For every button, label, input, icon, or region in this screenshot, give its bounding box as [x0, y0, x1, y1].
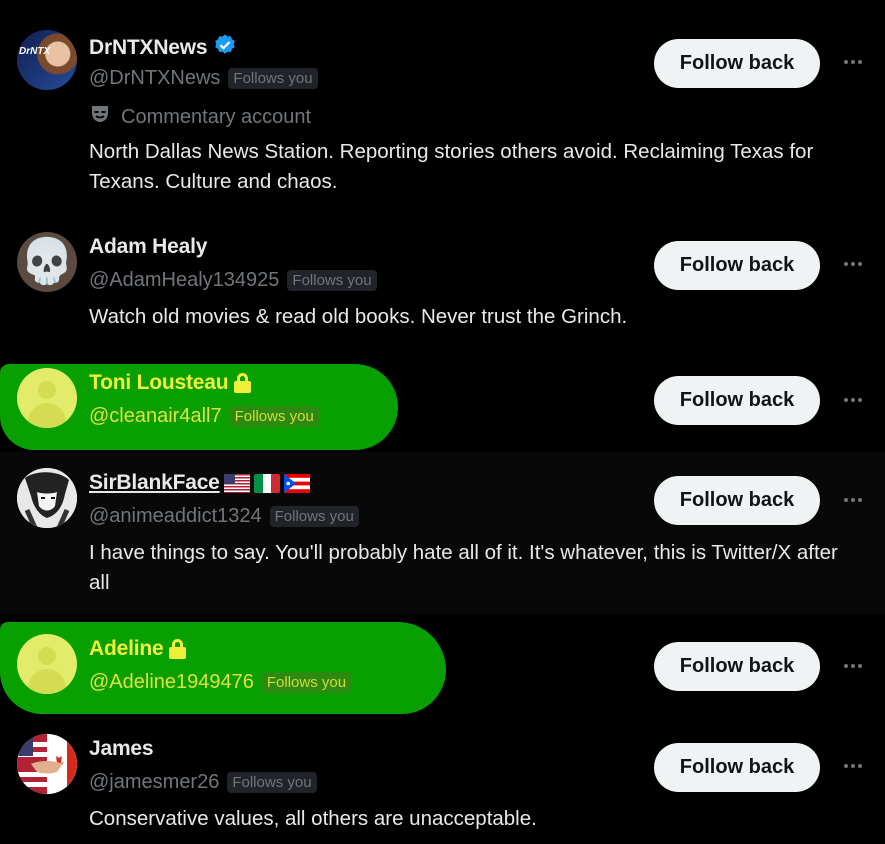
user-row[interactable]: Toni Lousteau @cleanair4all7 Follows you…: [0, 352, 885, 452]
more-options-icon[interactable]: [840, 52, 866, 72]
follows-you-badge: Follows you: [229, 406, 319, 427]
more-options-icon[interactable]: [840, 756, 866, 776]
display-name[interactable]: SirBlankFace: [89, 471, 220, 495]
display-name[interactable]: Adam Healy: [89, 235, 207, 259]
follows-you-badge: Follows you: [261, 672, 352, 693]
avatar[interactable]: 💀: [17, 232, 77, 292]
user-bio: North Dallas News Station. Reporting sto…: [89, 140, 814, 193]
protected-lock-icon: [169, 639, 187, 659]
default-avatar[interactable]: [17, 368, 77, 428]
commentary-label: Commentary account: [121, 105, 312, 128]
username-handle[interactable]: @AdamHealy134925: [89, 269, 279, 292]
username-handle[interactable]: @Adeline1949476: [89, 671, 254, 694]
follow-back-button[interactable]: Follow back: [654, 376, 820, 425]
more-options-icon[interactable]: [840, 490, 866, 510]
follow-back-button[interactable]: Follow back: [654, 642, 820, 691]
display-name[interactable]: DrNTXNews: [89, 36, 208, 60]
user-row[interactable]: DrNTX DrNTXNews @DrNTXNews Follows you C…: [0, 0, 885, 212]
username-handle[interactable]: @cleanair4all7: [89, 405, 222, 428]
follows-you-badge: Follows you: [287, 270, 377, 291]
user-bio: Conservative values, all others are unac…: [89, 807, 537, 830]
default-avatar[interactable]: [17, 634, 77, 694]
display-name[interactable]: Toni Lousteau: [89, 371, 229, 395]
follow-back-button[interactable]: Follow back: [654, 476, 820, 525]
user-bio: Watch old movies & read old books. Never…: [89, 305, 628, 328]
user-row[interactable]: James @jamesmer26 Follows you Conservati…: [0, 718, 885, 844]
follow-back-button[interactable]: Follow back: [654, 39, 820, 88]
italy-flag-icon: [253, 473, 280, 493]
skull-avatar-icon: 💀: [19, 236, 75, 287]
protected-lock-icon: [234, 373, 252, 393]
more-options-icon[interactable]: [840, 656, 866, 676]
follow-back-button[interactable]: Follow back: [654, 241, 820, 290]
follow-back-button[interactable]: Follow back: [654, 743, 820, 792]
username-handle[interactable]: @DrNTXNews: [89, 67, 220, 90]
avatar[interactable]: [17, 734, 77, 794]
avatar[interactable]: DrNTX: [17, 30, 77, 90]
us-flag-icon: [223, 473, 250, 493]
follows-you-badge: Follows you: [228, 68, 318, 89]
verified-badge-icon: [213, 33, 237, 62]
more-options-icon[interactable]: [840, 390, 866, 410]
username-handle[interactable]: @jamesmer26: [89, 771, 219, 794]
user-row[interactable]: Adeline @Adeline1949476 Follows you Foll…: [0, 614, 885, 718]
avatar[interactable]: [17, 468, 77, 528]
follows-you-badge: Follows you: [227, 772, 317, 793]
puerto-rico-flag-icon: [283, 473, 310, 493]
user-row[interactable]: SirBlankFace @animeaddict1324 Follows yo…: [0, 452, 885, 614]
username-handle[interactable]: @animeaddict1324: [89, 505, 262, 528]
user-row[interactable]: 💀 Adam Healy @AdamHealy134925 Follows yo…: [0, 212, 885, 352]
user-bio: I have things to say. You'll probably ha…: [89, 541, 838, 594]
more-options-icon[interactable]: [840, 254, 866, 274]
commentary-mask-icon: [89, 103, 111, 131]
avatar-logo-text: DrNTX: [19, 46, 51, 57]
display-name[interactable]: James: [89, 737, 154, 761]
follows-you-badge: Follows you: [269, 506, 359, 527]
display-name[interactable]: Adeline: [89, 637, 164, 661]
